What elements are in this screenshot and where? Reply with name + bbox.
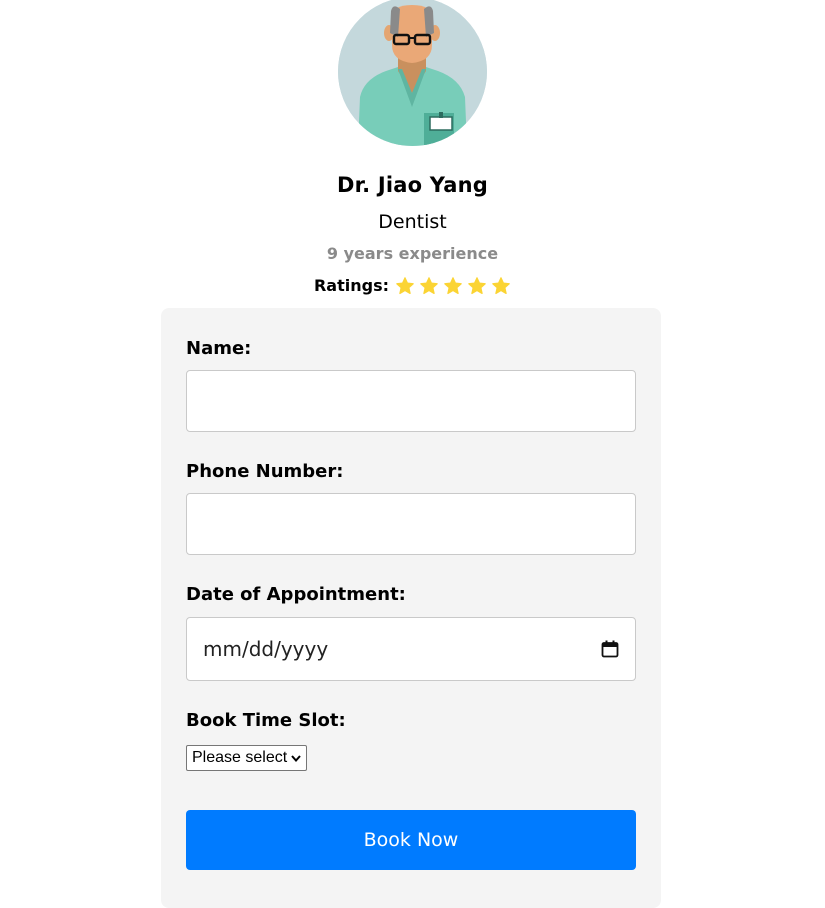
doctor-avatar-icon — [338, 0, 487, 146]
phone-label: Phone Number: — [186, 461, 344, 482]
ratings-label: Ratings: — [313, 276, 389, 295]
phone-input[interactable] — [186, 493, 636, 555]
doctor-experience: 9 years experience — [326, 244, 499, 263]
calendar-icon[interactable] — [601, 640, 619, 658]
star-rating — [395, 276, 511, 296]
star-icon — [420, 277, 438, 295]
doctor-profile: Dr. Jiao Yang Dentist 9 years experience… — [0, 0, 825, 296]
doctor-name: Dr. Jiao Yang — [336, 173, 489, 197]
slot-label: Book Time Slot: — [186, 710, 346, 731]
booking-form: Name: Phone Number: Date of Appointment:… — [161, 308, 661, 908]
name-label: Name: — [186, 338, 252, 359]
book-now-button[interactable]: Book Now — [186, 810, 636, 870]
date-input[interactable]: mm/dd/yyyy — [186, 617, 636, 681]
date-placeholder: mm/dd/yyyy — [203, 637, 329, 661]
name-input[interactable] — [186, 370, 636, 432]
ratings-row: Ratings: — [314, 276, 511, 296]
star-icon — [444, 277, 462, 295]
star-icon — [468, 277, 486, 295]
time-slot-selected: Please select — [192, 749, 288, 766]
date-label: Date of Appointment: — [186, 584, 406, 605]
time-slot-select[interactable]: Please select — [186, 745, 308, 771]
chevron-down-icon — [291, 755, 301, 763]
star-icon — [396, 277, 414, 295]
doctor-specialty: Dentist — [378, 211, 447, 233]
star-icon — [492, 277, 510, 295]
